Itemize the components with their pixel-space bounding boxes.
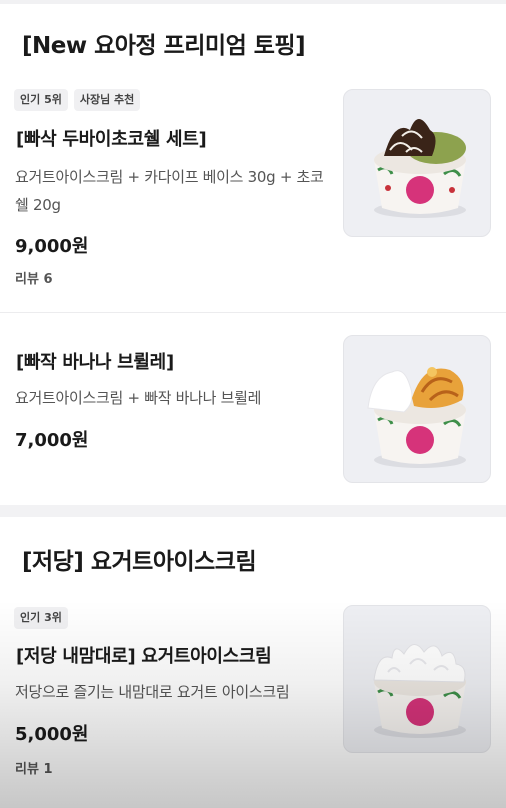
menu-item-name: [빠삭 두바이초코쉘 세트] <box>16 129 207 150</box>
badge-owner-pick: 사장님 추천 <box>73 89 141 111</box>
badge-popular-rank: 인기 5위 <box>14 89 68 111</box>
menu-item-price: 9,000원 <box>15 236 89 257</box>
section-title-low-sugar: [저당] 요거트아이스크림 <box>22 549 257 575</box>
section-title-premium-topping: [New 요아정 프리미엄 토핑] <box>22 33 306 59</box>
menu-item-review-count: 리뷰 6 <box>15 272 53 287</box>
menu-item-description: 저당으로 즐기는 내맘대로 요거트 아이스크림 <box>15 683 290 701</box>
menu-item-price: 7,000원 <box>15 430 89 451</box>
section-divider <box>0 505 506 517</box>
menu-item-dubai-choco[interactable]: 인기 5위 사장님 추천 [빠삭 두바이초코쉘 세트] 요거트아이스크림 + 카… <box>0 74 506 312</box>
menu-item-banana-brulee[interactable]: [빠작 바나나 브륄레] 요거트아이스크림 + 빠작 바나나 브륄레 7,000… <box>0 313 506 505</box>
menu-item-review-count: 리뷰 1 <box>15 762 53 777</box>
banana-brulee-cup-image <box>343 335 491 483</box>
badge-popular-rank: 인기 3위 <box>14 607 68 629</box>
menu-item-description: 요거트아이스크림 + 카다이프 베이스 30g + 초코쉘 20g <box>15 168 324 214</box>
plain-yogurt-cup-image <box>343 605 491 753</box>
menu-item-name: [저당 내맘대로] 요거트아이스크림 <box>16 646 272 667</box>
menu-item-name: [빠작 바나나 브륄레] <box>16 352 174 373</box>
dubai-choco-cup-image <box>343 89 491 237</box>
menu-item-price: 5,000원 <box>15 724 89 745</box>
menu-item-description: 요거트아이스크림 + 빠작 바나나 브륄레 <box>15 389 262 407</box>
top-divider <box>0 0 506 4</box>
menu-item-low-sugar-yogurt[interactable]: 인기 3위 [저당 내맘대로] 요거트아이스크림 저당으로 즐기는 내맘대로 요… <box>0 590 506 808</box>
